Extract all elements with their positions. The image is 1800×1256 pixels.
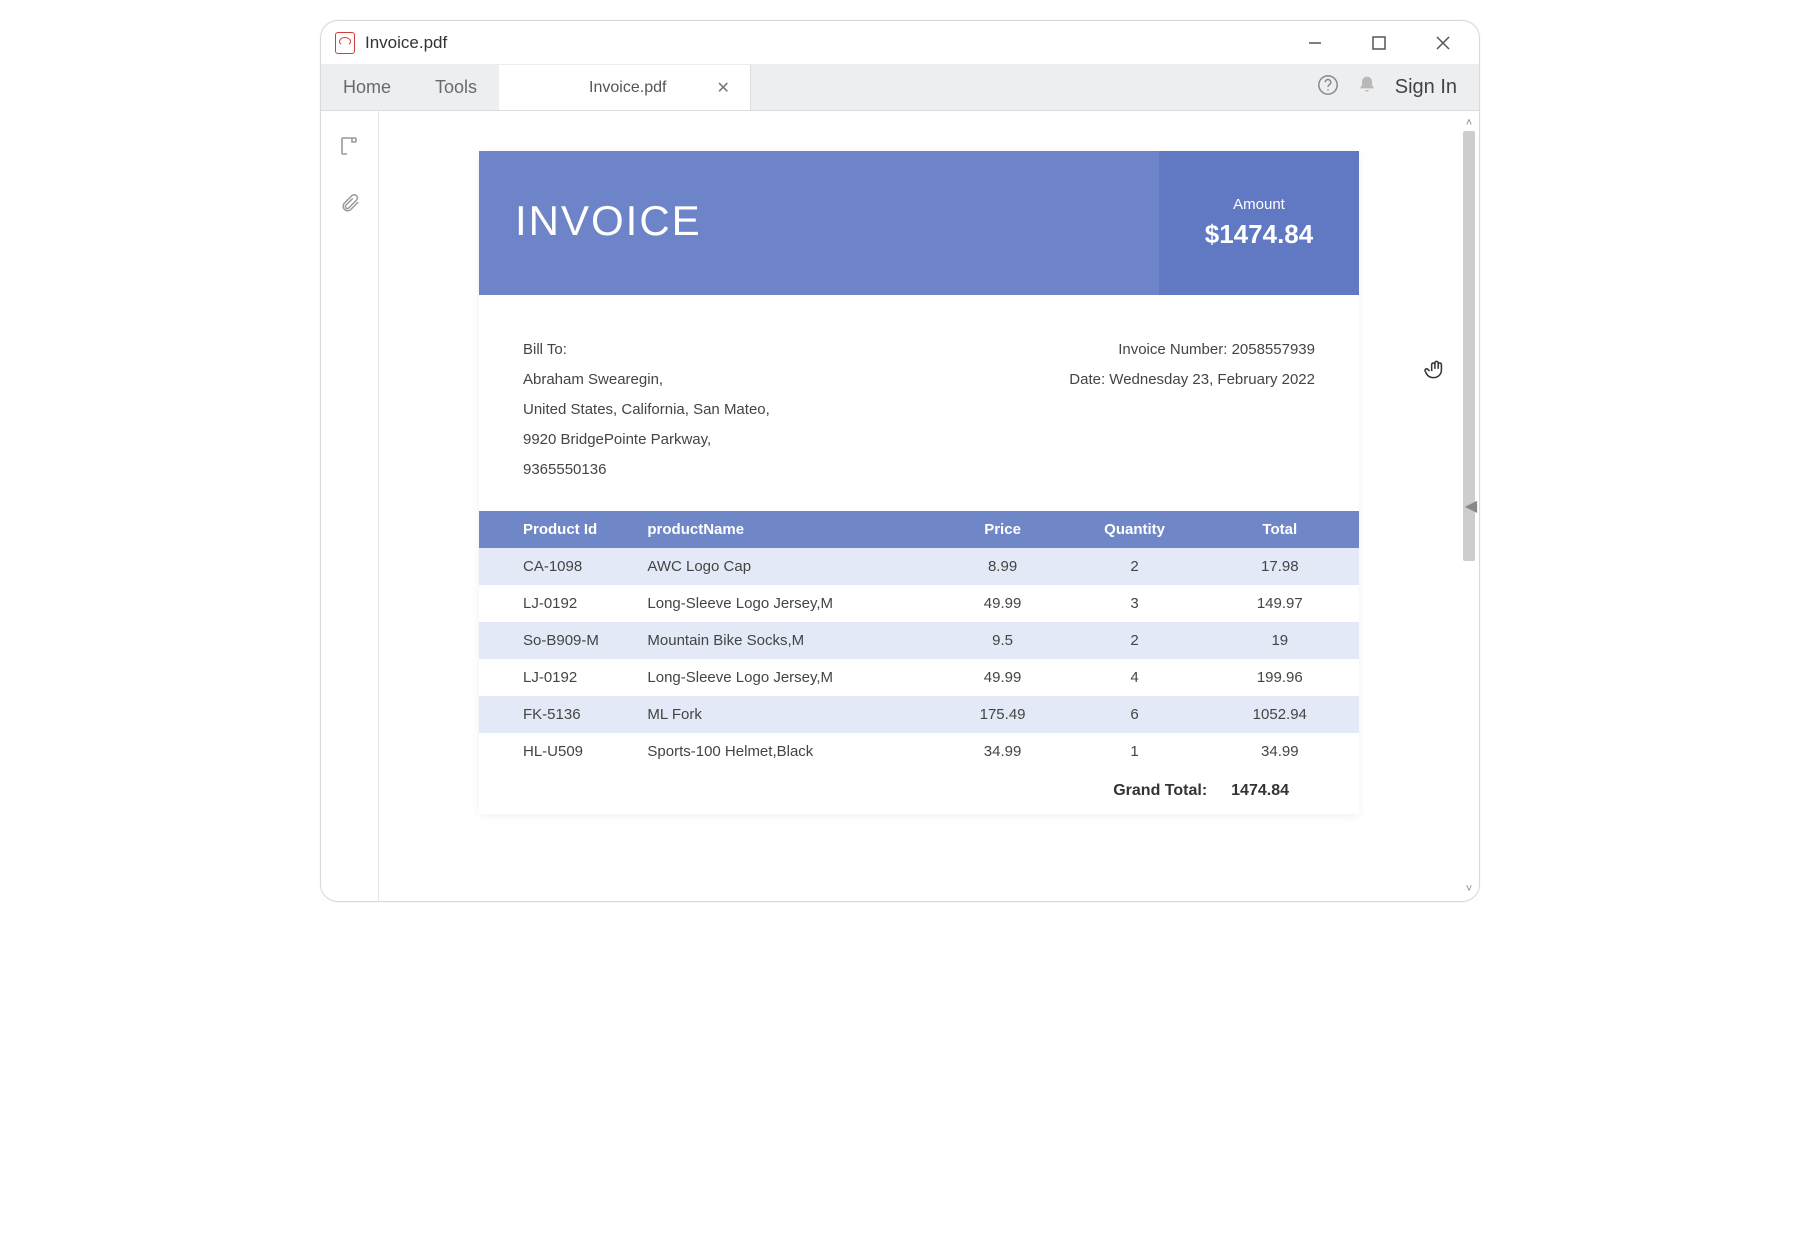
cell-quantity: 2 xyxy=(1069,622,1201,659)
cell-product-name: Long-Sleeve Logo Jersey,M xyxy=(637,659,936,696)
thumbnails-icon[interactable] xyxy=(338,135,362,164)
table-row: HL-U509Sports-100 Helmet,Black34.99134.9… xyxy=(479,733,1359,770)
cell-quantity: 3 xyxy=(1069,585,1201,622)
grand-total-value: 1474.84 xyxy=(1231,782,1289,800)
help-icon[interactable] xyxy=(1317,74,1339,101)
cell-quantity: 1 xyxy=(1069,733,1201,770)
cell-product-name: Long-Sleeve Logo Jersey,M xyxy=(637,585,936,622)
sign-in-link[interactable]: Sign In xyxy=(1395,76,1457,99)
bill-to-location: United States, California, San Mateo, xyxy=(523,395,770,425)
table-row: FK-5136ML Fork175.4961052.94 xyxy=(479,696,1359,733)
tab-close-icon[interactable]: ✕ xyxy=(716,78,729,98)
cell-quantity: 2 xyxy=(1069,548,1201,585)
bill-to-name: Abraham Swearegin, xyxy=(523,365,770,395)
cell-price: 175.49 xyxy=(937,696,1069,733)
invoice-header: INVOICE Amount $1474.84 xyxy=(479,151,1359,295)
window-title: Invoice.pdf xyxy=(365,33,447,53)
cell-price: 49.99 xyxy=(937,585,1069,622)
close-button[interactable] xyxy=(1429,29,1457,57)
cell-price: 8.99 xyxy=(937,548,1069,585)
invoice-title: INVOICE xyxy=(515,197,1123,245)
cell-price: 34.99 xyxy=(937,733,1069,770)
bell-icon[interactable] xyxy=(1357,75,1377,100)
cell-product-name: Mountain Bike Socks,M xyxy=(637,622,936,659)
cell-product-id: LJ-0192 xyxy=(479,585,637,622)
cell-product-id: FK-5136 xyxy=(479,696,637,733)
invoice-date: Date: Wednesday 23, February 2022 xyxy=(1069,365,1315,395)
pdf-file-icon xyxy=(335,32,355,54)
cell-product-id: So-B909-M xyxy=(479,622,637,659)
collapse-right-icon[interactable]: ◀ xyxy=(1463,486,1479,526)
cell-total: 17.98 xyxy=(1201,548,1359,585)
bill-to-phone: 9365550136 xyxy=(523,455,770,485)
col-product-name: productName xyxy=(637,511,936,548)
hand-cursor-icon xyxy=(1423,357,1449,388)
bill-to-street: 9920 BridgePointe Parkway, xyxy=(523,425,770,455)
col-quantity: Quantity xyxy=(1069,511,1201,548)
left-rail xyxy=(321,111,379,901)
titlebar: Invoice.pdf xyxy=(321,21,1479,65)
amount-box: Amount $1474.84 xyxy=(1159,151,1359,295)
attachment-icon[interactable] xyxy=(339,192,361,219)
scroll-down-icon[interactable]: ˅ xyxy=(1466,883,1472,895)
cell-price: 49.99 xyxy=(937,659,1069,696)
amount-value: $1474.84 xyxy=(1205,219,1313,250)
document-viewport: INVOICE Amount $1474.84 Bill To: Abraham… xyxy=(379,111,1479,901)
table-row: LJ-0192Long-Sleeve Logo Jersey,M49.99314… xyxy=(479,585,1359,622)
cell-product-id: LJ-0192 xyxy=(479,659,637,696)
cell-product-id: CA-1098 xyxy=(479,548,637,585)
tab-invoice[interactable]: Invoice.pdf ✕ xyxy=(499,65,751,110)
cell-product-name: ML Fork xyxy=(637,696,936,733)
cell-product-id: HL-U509 xyxy=(479,733,637,770)
bill-to-block: Bill To: Abraham Swearegin, United State… xyxy=(523,335,770,485)
cell-product-name: AWC Logo Cap xyxy=(637,548,936,585)
cell-total: 34.99 xyxy=(1201,733,1359,770)
invoice-number-block: Invoice Number: 2058557939 Date: Wednesd… xyxy=(1069,335,1315,485)
cell-quantity: 4 xyxy=(1069,659,1201,696)
table-row: So-B909-MMountain Bike Socks,M9.5219 xyxy=(479,622,1359,659)
col-total: Total xyxy=(1201,511,1359,548)
invoice-meta: Bill To: Abraham Swearegin, United State… xyxy=(479,295,1359,511)
app-window: Invoice.pdf Home Tools Invoice.pdf ✕ xyxy=(320,20,1480,902)
menubar: Home Tools Invoice.pdf ✕ Sign In xyxy=(321,65,1479,111)
minimize-button[interactable] xyxy=(1301,29,1329,57)
bill-to-label: Bill To: xyxy=(523,335,770,365)
cell-total: 199.96 xyxy=(1201,659,1359,696)
table-header-row: Product Id productName Price Quantity To… xyxy=(479,511,1359,548)
cell-quantity: 6 xyxy=(1069,696,1201,733)
cell-total: 1052.94 xyxy=(1201,696,1359,733)
grand-total-label: Grand Total: xyxy=(1113,782,1207,800)
cell-total: 149.97 xyxy=(1201,585,1359,622)
amount-label: Amount xyxy=(1233,196,1285,213)
workspace: ◀ INVOICE Amount $1474.84 Bill To: Abrah… xyxy=(321,111,1479,901)
invoice-document: INVOICE Amount $1474.84 Bill To: Abraham… xyxy=(479,151,1359,814)
col-price: Price xyxy=(937,511,1069,548)
invoice-number: Invoice Number: 2058557939 xyxy=(1069,335,1315,365)
table-row: LJ-0192Long-Sleeve Logo Jersey,M49.99419… xyxy=(479,659,1359,696)
col-product-id: Product Id xyxy=(479,511,637,548)
table-row: CA-1098AWC Logo Cap8.99217.98 xyxy=(479,548,1359,585)
grand-total-row: Grand Total: 1474.84 xyxy=(479,770,1359,814)
cell-total: 19 xyxy=(1201,622,1359,659)
menu-tools[interactable]: Tools xyxy=(413,65,499,110)
menu-home[interactable]: Home xyxy=(321,65,413,110)
cell-product-name: Sports-100 Helmet,Black xyxy=(637,733,936,770)
line-items-table: Product Id productName Price Quantity To… xyxy=(479,511,1359,770)
scroll-up-icon[interactable]: ˄ xyxy=(1466,117,1472,129)
maximize-button[interactable] xyxy=(1365,29,1393,57)
tab-label: Invoice.pdf xyxy=(589,79,666,97)
cell-price: 9.5 xyxy=(937,622,1069,659)
